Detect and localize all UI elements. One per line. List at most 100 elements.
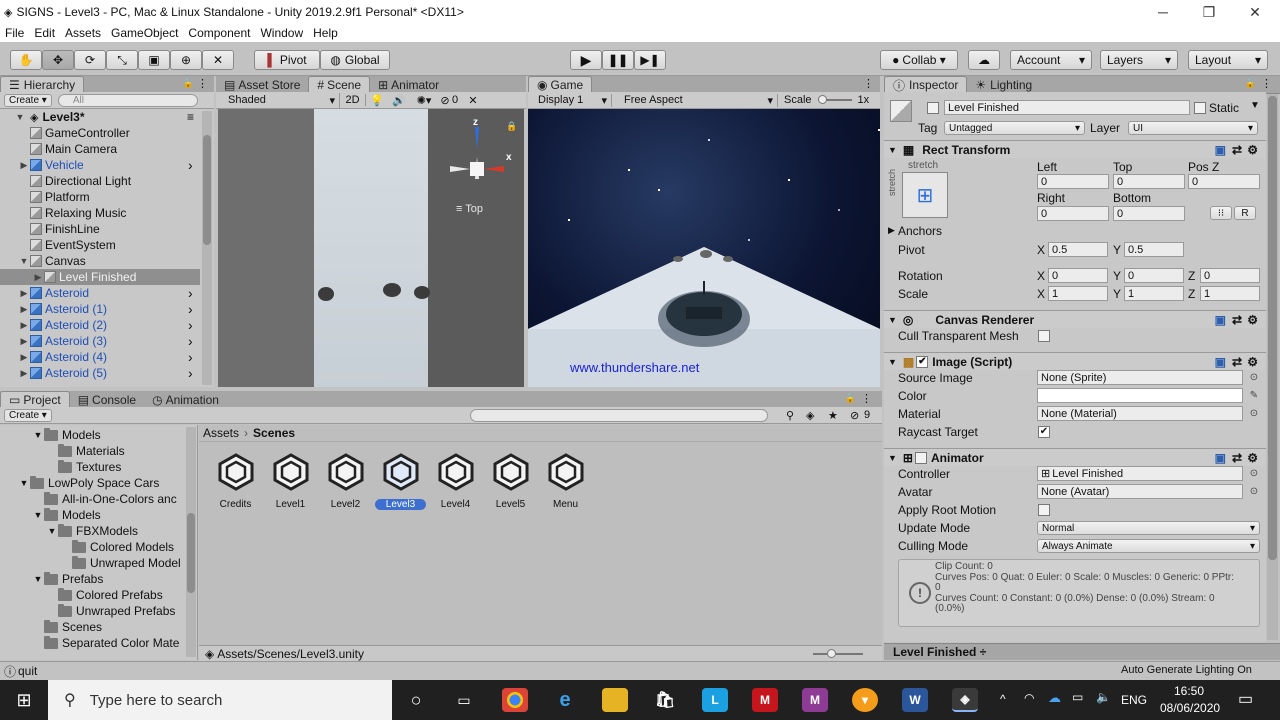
left-input[interactable]: 0 <box>1037 174 1109 189</box>
expand-toggle-icon[interactable]: ▶ <box>18 336 30 347</box>
file-explorer-icon[interactable] <box>602 688 628 712</box>
hierarchy-item[interactable]: ▶ Asteroid (3) › <box>0 333 200 349</box>
chevron-right-icon[interactable]: ▶ <box>888 225 895 236</box>
pivot-toggle[interactable]: ▌ Pivot <box>254 50 320 70</box>
hierarchy-item[interactable]: ▶ Asteroid (2) › <box>0 317 200 333</box>
clock-time[interactable]: 16:50 <box>1174 684 1204 698</box>
animator-component-header[interactable]: ▼ ⊞ Animator ▣ ⇄ ⚙ <box>884 448 1266 466</box>
expand-toggle-icon[interactable]: ▶ <box>18 320 30 331</box>
posz-input[interactable]: 0 <box>1188 174 1260 189</box>
slider-handle[interactable] <box>817 95 827 104</box>
asteroid-object[interactable] <box>383 283 401 297</box>
cloud-button[interactable]: ☁ <box>968 50 1000 70</box>
firefox-icon[interactable]: ▾ <box>852 688 878 712</box>
menu-assets[interactable]: Assets <box>60 26 106 40</box>
object-picker-icon[interactable]: ⊙ <box>1248 408 1260 420</box>
task-view-icon[interactable]: ▭ <box>451 688 477 712</box>
expand-toggle-icon[interactable]: ▼ <box>32 574 44 584</box>
hidden-count-icon[interactable]: ⊘ <box>850 409 859 422</box>
chevron-right-icon[interactable]: › <box>188 301 193 317</box>
onedrive-icon[interactable]: ☁ <box>1048 690 1061 706</box>
chevron-up-icon[interactable]: ^ <box>1000 692 1006 706</box>
menu-component[interactable]: Component <box>183 26 255 40</box>
update-mode-dropdown[interactable]: Normal ▾ <box>1037 521 1260 535</box>
pivot-y-input[interactable]: 0.5 <box>1124 242 1184 257</box>
cull-mesh-checkbox[interactable] <box>1038 330 1050 342</box>
menu-gameobject[interactable]: GameObject <box>106 26 183 40</box>
animator-enabled-checkbox[interactable] <box>914 451 927 464</box>
chevron-down-icon[interactable]: ▼ <box>888 145 897 155</box>
project-folder-item[interactable]: All-in-One-Colors anc <box>0 491 190 507</box>
preset-icon[interactable]: ⇄ <box>1232 143 1242 157</box>
raycast-target-checkbox[interactable]: ✔ <box>1038 426 1050 438</box>
project-folder-item[interactable]: ▼ Prefabs <box>0 571 190 587</box>
chevron-down-icon[interactable]: ▼ <box>888 453 897 463</box>
static-dropdown-icon[interactable]: ▼ <box>1250 100 1260 111</box>
rotation-x-input[interactable]: 0 <box>1048 268 1108 283</box>
hierarchy-item[interactable]: ▶ Asteroid (1) › <box>0 301 200 317</box>
edge-icon[interactable]: e <box>552 688 578 712</box>
rect-tool-button[interactable]: ▣ <box>138 50 170 70</box>
scene-asset[interactable]: Level4 <box>428 452 483 510</box>
tab-animation[interactable]: ◷ Animation <box>144 391 227 408</box>
scrollbar-thumb[interactable] <box>1268 96 1277 560</box>
project-folder-item[interactable]: Colored Models <box>0 539 190 555</box>
anchors-foldout[interactable]: Anchors <box>898 224 942 238</box>
hierarchy-item[interactable]: Platform <box>0 189 200 205</box>
rotation-z-input[interactable]: 0 <box>1200 268 1260 283</box>
static-checkbox[interactable] <box>1194 102 1206 114</box>
panel-menu-icon[interactable]: ⋮ <box>197 77 208 90</box>
collab-button[interactable]: ● Collab ▾ <box>880 50 958 70</box>
tab-game[interactable]: ◉ Game <box>528 76 593 93</box>
audio-toggle-icon[interactable]: 🔊 <box>388 94 410 107</box>
project-folder-item[interactable]: ▼ Models <box>0 507 190 523</box>
slider-handle[interactable] <box>827 649 836 658</box>
tag-dropdown[interactable]: Untagged ▾ <box>944 121 1085 135</box>
chevron-down-icon[interactable]: ▼ <box>888 357 897 367</box>
canvas-renderer-header[interactable]: ▼ ◎ Canvas Renderer ▣ ⇄ ⚙ <box>884 310 1266 328</box>
notifications-icon[interactable]: ▭ <box>1238 689 1253 709</box>
hierarchy-scrollbar[interactable] <box>202 111 212 385</box>
object-picker-icon[interactable]: ⊙ <box>1248 486 1260 498</box>
filter-type-icon[interactable]: ⚲ <box>786 409 794 422</box>
top-input[interactable]: 0 <box>1113 174 1185 189</box>
image-enabled-checkbox[interactable]: ✔ <box>916 355 929 368</box>
tab-console[interactable]: ▤ Console <box>70 391 144 408</box>
expand-toggle-icon[interactable]: ▶ <box>32 272 44 283</box>
hierarchy-item[interactable]: ▶ Asteroid › <box>0 285 200 301</box>
tab-asset-store[interactable]: ▤ Asset Store <box>216 76 308 93</box>
breadcrumb-scenes[interactable]: Scenes <box>253 426 295 440</box>
scene-asset[interactable]: Level2 <box>318 452 373 510</box>
asteroid-object[interactable] <box>318 287 334 301</box>
raw-edit-button[interactable]: R <box>1234 206 1256 220</box>
menu-file[interactable]: File <box>0 26 29 40</box>
volume-icon[interactable]: 🔈 <box>1096 690 1111 704</box>
rect-transform-header[interactable]: ▼ ▦ Rect Transform ▣ ⇄ ⚙ <box>884 140 1266 158</box>
help-icon[interactable]: ▣ <box>1215 313 1226 327</box>
culling-mode-dropdown[interactable]: Always Animate ▾ <box>1037 539 1260 553</box>
expand-toggle-icon[interactable]: ▼ <box>32 430 44 440</box>
chevron-right-icon[interactable]: › <box>188 349 193 365</box>
material-field[interactable]: None (Material) <box>1037 406 1243 421</box>
scale-x-input[interactable]: 1 <box>1048 286 1108 301</box>
hand-tool-button[interactable]: ✋ <box>10 50 42 70</box>
effects-icon[interactable]: ✺▾ <box>410 94 438 107</box>
chevron-right-icon[interactable]: › <box>188 317 193 333</box>
scene-asset[interactable]: Level5 <box>483 452 538 510</box>
project-create-button[interactable]: Create ▾ <box>4 408 52 422</box>
mcafee-icon[interactable]: M <box>752 688 778 712</box>
menu-window[interactable]: Window <box>255 26 308 40</box>
chevron-right-icon[interactable]: › <box>188 157 193 173</box>
hierarchy-item[interactable]: ▶ Asteroid (4) › <box>0 349 200 365</box>
display-dropdown[interactable]: Display 1 ▾ <box>528 93 612 107</box>
avatar-field[interactable]: None (Avatar) <box>1037 484 1243 499</box>
store-icon[interactable]: 🛍 <box>652 688 678 712</box>
scene-asset[interactable]: Credits <box>208 452 263 510</box>
hierarchy-item[interactable]: ▼ Canvas <box>0 253 200 269</box>
expand-toggle-icon[interactable]: ▶ <box>18 352 30 363</box>
layout-dropdown[interactable]: Layout ▾ <box>1188 50 1268 70</box>
expand-toggle-icon[interactable]: ▶ <box>18 304 30 315</box>
rotation-y-input[interactable]: 0 <box>1124 268 1184 283</box>
breadcrumb-assets[interactable]: Assets <box>203 426 239 440</box>
lock-icon[interactable]: 🔒 <box>506 121 517 132</box>
